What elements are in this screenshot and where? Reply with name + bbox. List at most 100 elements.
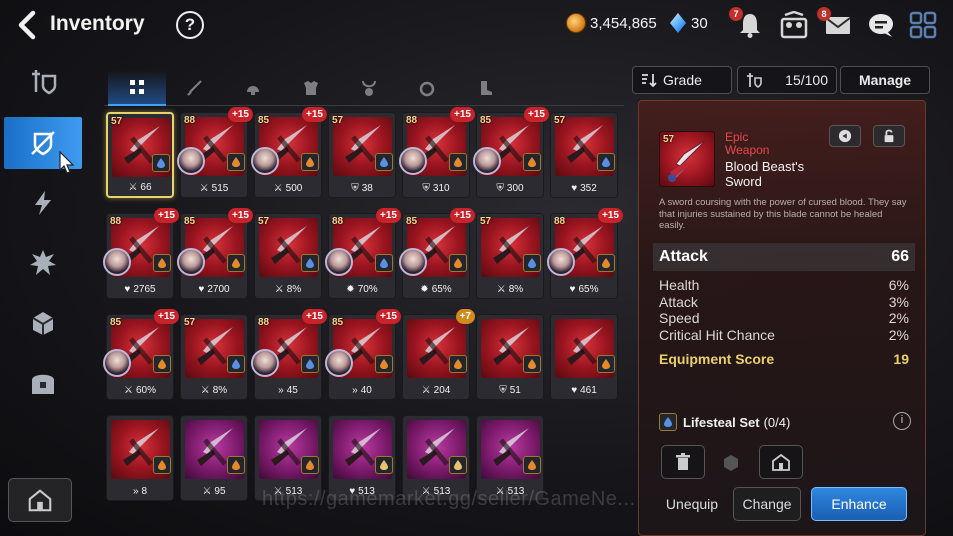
info-icon[interactable]: i — [893, 412, 911, 430]
inventory-item[interactable]: 88 +15 » 45 — [251, 309, 327, 400]
lifesteal-set-icon — [659, 413, 677, 431]
inventory-item[interactable]: +7 ⚔ 204 — [402, 309, 475, 400]
inventory-item[interactable]: » 8 — [106, 415, 174, 501]
chat-icon[interactable] — [866, 11, 896, 39]
sidebar-item-lightning[interactable] — [4, 177, 82, 229]
inventory-item[interactable]: 88 +15 ⛨ 310 — [399, 107, 475, 198]
health-icon: ♥ — [571, 385, 578, 396]
inventory-item[interactable]: 88 +15 ♥ 2765 — [103, 208, 179, 299]
substat-value: 3% — [888, 293, 909, 310]
tab-weapon[interactable] — [166, 70, 224, 106]
inventory-item[interactable]: 85 +15 ♥ 2700 — [177, 208, 253, 299]
storage-button[interactable] — [759, 445, 803, 479]
equipped-hero-avatar — [399, 248, 427, 276]
share-button[interactable] — [829, 125, 861, 147]
mail-badge: 8 — [817, 7, 831, 21]
extract-button[interactable] — [709, 445, 753, 479]
bell-badge: 7 — [729, 7, 743, 21]
lifesteal-set-icon — [152, 154, 170, 172]
help-icon[interactable]: ? — [176, 11, 204, 39]
item-level: 85 — [110, 317, 122, 328]
tab-helmet[interactable] — [224, 70, 282, 106]
sidebar-item-materials[interactable] — [4, 297, 82, 349]
equipped-hero-avatar — [103, 248, 131, 276]
detail-grade-type: Weapon — [725, 143, 770, 157]
team-icon[interactable] — [779, 10, 809, 39]
tab-boots[interactable] — [456, 70, 514, 106]
detail-level: 57 — [663, 134, 675, 145]
destruction-set-icon — [449, 254, 467, 272]
equipped-hero-avatar — [325, 248, 353, 276]
materials-icon — [32, 312, 54, 335]
inventory-item[interactable]: 85 +15 ⚔ 60% — [103, 309, 179, 400]
sidebar-item-catalyst[interactable] — [4, 237, 82, 289]
tab-all[interactable] — [108, 70, 166, 106]
inventory-item[interactable]: 57 ♥ 352 — [550, 112, 618, 198]
speed-set-icon — [227, 153, 245, 171]
item-main-stat: ⛨ 38 — [329, 183, 395, 194]
lifesteal-set-icon — [523, 254, 541, 272]
inventory-item[interactable]: 57 ⚔ 8% — [180, 314, 248, 400]
notification-bell-icon[interactable]: 7 — [729, 7, 765, 39]
item-level: 85 — [406, 216, 418, 227]
inventory-item[interactable]: 57 ⚔ 8% — [476, 213, 544, 299]
item-level: 88 — [554, 216, 566, 227]
manage-button[interactable]: Manage — [840, 66, 930, 94]
share-icon — [838, 129, 852, 143]
speed-set-icon — [227, 456, 245, 474]
detail-grade: Epic Weapon — [725, 131, 769, 157]
tab-armor[interactable] — [282, 70, 340, 106]
back-arrow-icon[interactable] — [14, 10, 42, 40]
inventory-item[interactable]: 85 +15 ✹ 65% — [399, 208, 475, 299]
change-button[interactable]: Change — [733, 487, 801, 521]
inventory-item[interactable]: 88 +15 ✹ 70% — [325, 208, 401, 299]
tab-necklace[interactable] — [340, 70, 398, 106]
item-main-stat: ♥ 65% — [551, 284, 617, 295]
item-stat-value: 8% — [286, 284, 302, 295]
sidebar-item-chest[interactable] — [4, 357, 82, 409]
item-stat-value: 2700 — [207, 284, 230, 295]
item-level: 88 — [184, 115, 196, 126]
inventory-item[interactable]: ♥ 461 — [550, 314, 618, 400]
item-level: 57 — [258, 216, 270, 227]
attack-icon: ⚔ — [274, 284, 284, 295]
gear-equipment-icon — [32, 70, 57, 95]
item-main-stat: ✹ 70% — [329, 284, 395, 295]
inventory-item[interactable]: 57 ⛨ 38 — [328, 112, 396, 198]
mail-icon[interactable]: 8 — [817, 7, 853, 39]
lock-button[interactable] — [873, 125, 905, 147]
health-set-icon — [375, 456, 393, 474]
counter-set-icon — [597, 254, 615, 272]
inventory-item[interactable]: ⛨ 51 — [476, 314, 544, 400]
inventory-item[interactable]: ⚔ 95 — [180, 415, 248, 501]
inventory-item[interactable]: 85 +15 ⚔ 500 — [251, 107, 327, 198]
inventory-item[interactable]: 85 +15 ⛨ 300 — [473, 107, 549, 198]
speed-set-icon — [227, 254, 245, 272]
enhance-level-badge: +15 — [524, 107, 549, 122]
grade-sort-button[interactable]: Grade — [632, 66, 732, 94]
tab-ring[interactable] — [398, 70, 456, 106]
inventory-item[interactable]: 88 +15 ♥ 65% — [547, 208, 623, 299]
sidebar-item-equipment[interactable] — [4, 55, 82, 107]
sell-button[interactable] — [661, 445, 705, 479]
inventory-item[interactable]: 88 +15 ⚔ 515 — [177, 107, 253, 198]
score-label: Equipment Score — [659, 351, 775, 367]
menu-grid-icon[interactable] — [908, 11, 938, 39]
inventory-item[interactable]: 57 ⚔ 66 — [106, 112, 174, 198]
lightning-icon — [35, 191, 51, 215]
inventory-item[interactable]: 57 ⚔ 8% — [254, 213, 322, 299]
health-icon: ♥ — [198, 284, 205, 295]
house-button[interactable] — [8, 478, 72, 522]
item-main-stat: » 40 — [329, 385, 395, 396]
counter-set-icon — [449, 153, 467, 171]
enhance-level-badge: +15 — [154, 309, 179, 324]
unequip-button[interactable]: Unequip — [659, 487, 725, 521]
health-icon: ♥ — [571, 183, 578, 194]
enhance-button[interactable]: Enhance — [811, 487, 907, 521]
speed-set-icon — [153, 254, 171, 272]
inventory-item[interactable]: 85 +15 » 40 — [325, 309, 401, 400]
score-value: 19 — [893, 351, 909, 367]
item-level: 57 — [184, 317, 196, 328]
attack-icon: ⚔ — [128, 182, 138, 193]
armor-icon — [304, 81, 318, 95]
